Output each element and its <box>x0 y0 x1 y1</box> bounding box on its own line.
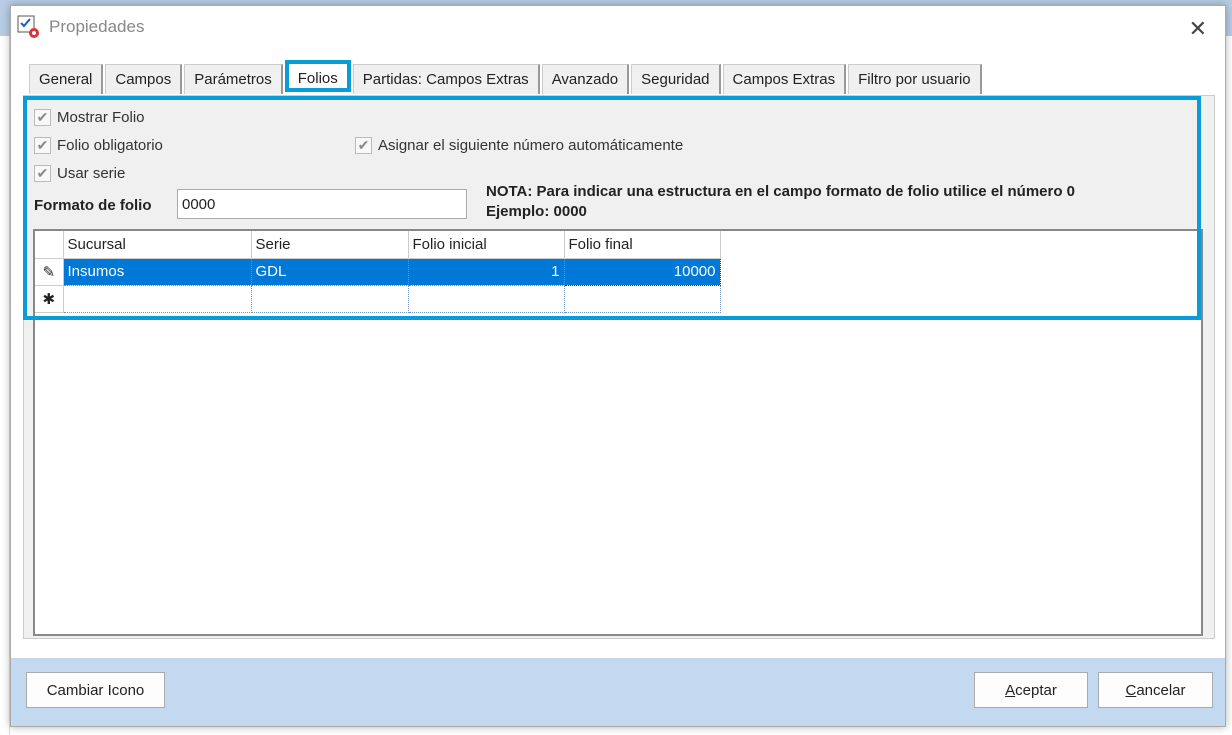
cell-folio-final[interactable]: 10000 <box>563 257 721 286</box>
mostrar-folio-checkbox[interactable]: ✔ Mostrar Folio <box>34 109 145 126</box>
tab-avanzado[interactable]: Avanzado <box>541 64 630 94</box>
title-bar: Propiedades <box>11 6 1225 48</box>
col-folio-inicial[interactable]: Folio inicial <box>408 231 565 259</box>
check-icon: ✔ <box>355 137 372 154</box>
check-icon: ✔ <box>34 137 51 154</box>
close-icon[interactable]: ✕ <box>1189 16 1207 42</box>
properties-dialog: Propiedades ✕ General Campos Parámetros … <box>10 5 1226 727</box>
usar-serie-checkbox[interactable]: ✔ Usar serie <box>34 165 125 182</box>
cambiar-icono-button[interactable]: Cambiar Icono <box>26 672 165 708</box>
cell-serie[interactable]: GDL <box>251 258 409 286</box>
checkbox-label: Folio obligatorio <box>57 137 163 154</box>
tab-campos-extras[interactable]: Campos Extras <box>722 64 847 94</box>
col-serie[interactable]: Serie <box>251 231 409 259</box>
folios-grid: Sucursal Serie Folio inicial Folio final… <box>33 229 1203 636</box>
accel-key: A <box>1005 681 1016 699</box>
tab-parametros[interactable]: Parámetros <box>184 64 283 94</box>
table-row[interactable]: ✎ Insumos GDL 1 10000 <box>35 257 721 286</box>
tab-folios[interactable]: Folios <box>284 60 351 92</box>
button-label: ancelar <box>1136 681 1186 699</box>
tab-general[interactable]: General <box>29 64 104 94</box>
check-icon: ✔ <box>34 165 51 182</box>
checkbox-label: Mostrar Folio <box>57 109 145 126</box>
format-note: NOTA: Para indicar una estructura en el … <box>486 182 1075 222</box>
row-header-corner <box>35 231 64 259</box>
folio-obligatorio-checkbox[interactable]: ✔ Folio obligatorio <box>34 137 163 154</box>
aceptar-button[interactable]: Aceptar <box>974 672 1088 708</box>
cell-empty[interactable] <box>408 285 565 313</box>
dialog-title: Propiedades <box>49 17 145 36</box>
tab-seguridad[interactable]: Seguridad <box>631 64 721 94</box>
cell-sucursal[interactable]: Insumos <box>63 258 252 286</box>
asterisk-icon: ✱ <box>35 285 64 313</box>
col-sucursal[interactable]: Sucursal <box>63 231 252 259</box>
grid-header: Sucursal Serie Folio inicial Folio final <box>35 231 721 259</box>
tab-campos[interactable]: Campos <box>105 64 183 94</box>
tab-strip: General Campos Parámetros Folios Partida… <box>29 60 984 94</box>
background-app-list <box>0 36 10 735</box>
asignar-automatico-checkbox[interactable]: ✔ Asignar el siguiente número automáticam… <box>355 137 683 154</box>
check-icon: ✔ <box>34 109 51 126</box>
cell-empty[interactable] <box>251 285 409 313</box>
note-line: NOTA: Para indicar una estructura en el … <box>486 183 1076 200</box>
cell-empty[interactable] <box>564 285 721 313</box>
formato-folio-input[interactable]: 0000 <box>177 189 467 219</box>
checkbox-label: Usar serie <box>57 165 126 182</box>
checkbox-label: Asignar el siguiente número automáticame… <box>378 137 684 154</box>
tab-filtro-por-usuario[interactable]: Filtro por usuario <box>848 64 982 94</box>
cell-empty[interactable] <box>63 285 252 313</box>
pencil-icon: ✎ <box>35 258 64 286</box>
formato-folio-label: Formato de folio <box>34 197 152 214</box>
cell-folio-inicial[interactable]: 1 <box>408 258 565 286</box>
note-example: Ejemplo: 0000 <box>486 203 587 220</box>
button-label: ceptar <box>1015 681 1057 699</box>
new-row[interactable]: ✱ <box>35 285 721 313</box>
cancelar-button[interactable]: Cancelar <box>1098 672 1213 708</box>
tab-partidas-campos-extras[interactable]: Partidas: Campos Extras <box>352 64 540 94</box>
col-folio-final[interactable]: Folio final <box>564 231 721 259</box>
accel-key: C <box>1125 681 1137 699</box>
properties-icon <box>17 15 39 38</box>
